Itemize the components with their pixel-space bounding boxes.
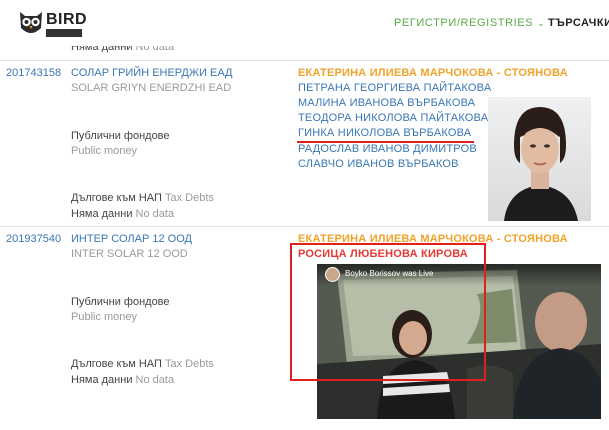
company-name-bg-link[interactable]: СОЛАР ГРИЙН ЕНЕРДЖИ ЕАД (71, 67, 232, 79)
logo-tagline-graphic (46, 29, 82, 37)
company-id-link[interactable]: 201743158 (6, 67, 61, 79)
chevron-down-icon: ⌄ (537, 18, 546, 28)
no-data-en-text: No data (135, 374, 175, 386)
company-name-en: SOLAR GRIYN ENERDZHI EAD (71, 82, 232, 94)
logo-wordmark: BIRD (46, 11, 88, 28)
top-navigation-bar: BIRD РЕГИСТРИ/REGISTRIES⌄ ТЪРСАЧКИ/ (0, 0, 609, 46)
no-data-en-text: No data (135, 208, 175, 220)
row-divider (0, 226, 609, 227)
public-funds-label-bg: Публични фондове (71, 296, 170, 308)
person-link[interactable]: ГИНКА НИКОЛОВА ВЪРБАКОВА (298, 127, 471, 139)
owl-logo-icon (20, 12, 42, 33)
portrait-illustration (504, 107, 578, 221)
no-data-label: Няма данни No data (71, 208, 174, 220)
nav-search-menu[interactable]: ТЪРСАЧКИ/ (548, 17, 609, 29)
person-link[interactable]: ТЕОДОРА НИКОЛОВА ПАЙТАКОВА (298, 112, 488, 124)
bird-logo[interactable]: BIRD (18, 6, 87, 40)
nav-registries-menu[interactable]: РЕГИСТРИ/REGISTRIES ⌄ (394, 17, 545, 29)
tax-debts-label: Дългове към НАП Tax Debts (71, 358, 214, 370)
person-link[interactable]: СЛАВЧО ИВАНОВ ВЪРБАКОВ (298, 158, 459, 170)
person-link[interactable]: ПЕТРАНА ГЕОРГИЕВА ПАЙТАКОВА (298, 82, 491, 94)
tax-debts-label: Дългове към НАП Tax Debts (71, 192, 214, 204)
person-link[interactable]: РАДОСЛАВ ИВАНОВ ДИМИТРОВ (298, 143, 477, 155)
person-link[interactable]: ЕКАТЕРИНА ИЛИЕВА МАРЧОКОВА - СТОЯНОВА (298, 67, 568, 79)
no-data-bg-text: Няма данни (71, 208, 133, 220)
tax-debts-en-text: Tax Debts (164, 192, 214, 204)
no-data-bg-text: Няма данни (71, 374, 133, 386)
company-name-en: INTER SOLAR 12 OOD (71, 248, 188, 260)
row-divider (0, 60, 609, 61)
nav-registries-label: РЕГИСТРИ/REGISTRIES (394, 17, 534, 29)
public-funds-label-bg: Публични фондове (71, 130, 170, 142)
public-funds-label-en: Public money (71, 311, 138, 323)
company-id-link[interactable]: 201937540 (6, 233, 61, 245)
tax-debts-bg-text: Дългове към НАП (71, 358, 162, 370)
person-link[interactable]: МАЛИНА ИВАНОВА ВЪРБАКОВА (298, 97, 475, 109)
tax-debts-bg-text: Дългове към НАП (71, 192, 162, 204)
woman-portrait-photo (488, 97, 591, 221)
public-funds-label-en: Public money (71, 145, 138, 157)
no-data-label: Няма данни No data (71, 374, 174, 386)
tax-debts-en-text: Tax Debts (164, 358, 214, 370)
company-name-bg-link[interactable]: ИНТЕР СОЛАР 12 ООД (71, 233, 192, 245)
red-box-annotation (290, 243, 486, 381)
